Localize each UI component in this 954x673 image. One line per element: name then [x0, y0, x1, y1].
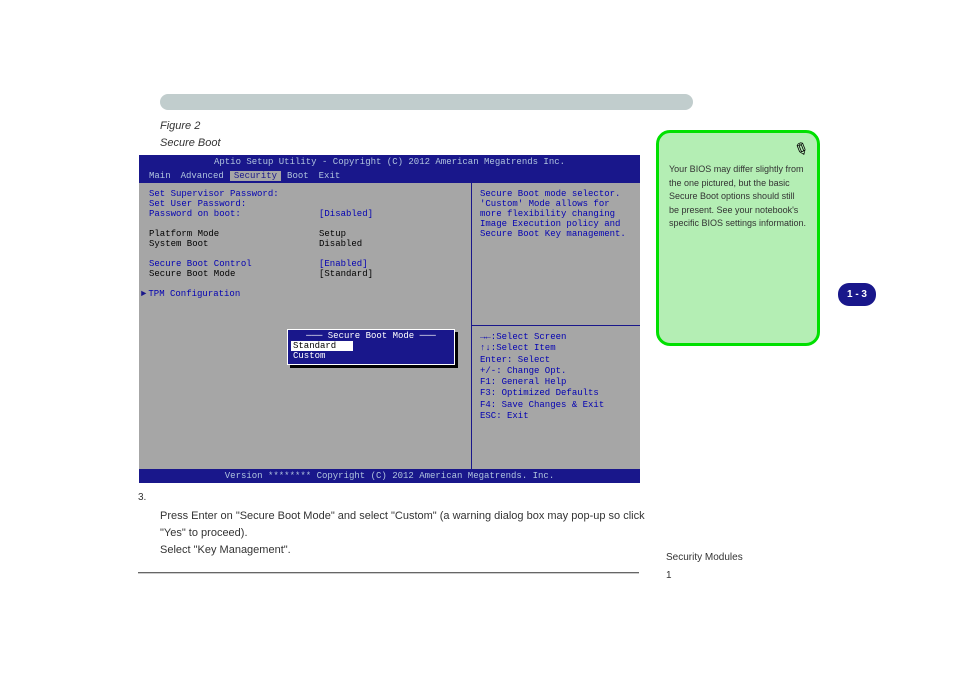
- row-secure-boot-mode[interactable]: Secure Boot Mode[Standard]: [149, 269, 461, 279]
- side-note-text: Your BIOS may differ slightly from the o…: [669, 163, 807, 231]
- tab-advanced[interactable]: Advanced: [177, 171, 228, 181]
- body-text-2: Select "Key Management".: [160, 542, 660, 559]
- row-secure-boot-control[interactable]: Secure Boot Control[Enabled]: [149, 259, 461, 269]
- popup-title: ─── Secure Boot Mode ───: [291, 331, 451, 341]
- row-platform-mode: Platform ModeSetup: [149, 229, 461, 239]
- tab-boot[interactable]: Boot: [283, 171, 313, 181]
- fig-caption-text: Figure 2: [160, 120, 200, 132]
- key-item: ↑↓:Select Item: [480, 343, 632, 354]
- popup-item-custom[interactable]: Custom: [291, 351, 451, 361]
- key-defaults: F3: Optimized Defaults: [480, 388, 632, 399]
- key-screen: →←:Select Screen: [480, 332, 632, 343]
- secure-boot-mode-popup[interactable]: ─── Secure Boot Mode ─── Standard Custom: [287, 329, 455, 365]
- key-save: F4: Save Changes & Exit: [480, 400, 632, 411]
- pencil-icon: ✎: [789, 137, 809, 161]
- fig-subcaption-text: Secure Boot: [160, 137, 221, 149]
- row-system-boot: System BootDisabled: [149, 239, 461, 249]
- key-help: F1: General Help: [480, 377, 632, 388]
- key-change: +/-: Change Opt.: [480, 366, 632, 377]
- bios-key-hints: →←:Select Screen ↑↓:Select Item Enter: S…: [472, 326, 640, 428]
- tab-security[interactable]: Security: [230, 171, 281, 181]
- bios-footer: Version ******** Copyright (C) 2012 Amer…: [139, 469, 640, 483]
- tab-exit[interactable]: Exit: [315, 171, 345, 181]
- bios-right-pane: Secure Boot mode selector. 'Custom' Mode…: [472, 183, 640, 469]
- row-tpm-config[interactable]: ►TPM Configuration: [141, 289, 461, 299]
- row-user-pwd[interactable]: Set User Password:: [149, 199, 461, 209]
- page-number-badge: 1 - 3: [838, 283, 876, 306]
- bios-window: Aptio Setup Utility - Copyright (C) 2012…: [138, 154, 641, 480]
- footer-section-label: Security Modules: [666, 552, 743, 563]
- popup-item-standard[interactable]: Standard: [291, 341, 353, 351]
- bios-tabs[interactable]: Main Advanced Security Boot Exit: [139, 169, 640, 183]
- figure-caption: Figure 2 Secure Boot: [160, 118, 221, 151]
- bios-header: Aptio Setup Utility - Copyright (C) 2012…: [139, 155, 640, 169]
- footer-section-chapter: 1: [666, 570, 672, 581]
- divider-line: [138, 572, 639, 573]
- page-number-text: 1 - 3: [838, 283, 876, 306]
- marker-icon: ►: [141, 289, 146, 299]
- body-text-1: Press Enter on "Secure Boot Mode" and se…: [160, 508, 660, 541]
- row-sup-pwd[interactable]: Set Supervisor Password:: [149, 189, 461, 199]
- note-bar: [160, 94, 693, 110]
- section-number: 3.: [138, 492, 146, 503]
- key-select: Enter: Select: [480, 355, 632, 366]
- bios-help-text: Secure Boot mode selector. 'Custom' Mode…: [472, 183, 640, 326]
- key-exit: ESC: Exit: [480, 411, 632, 422]
- side-note-box: ✎ Your BIOS may differ slightly from the…: [656, 130, 820, 346]
- tab-main[interactable]: Main: [145, 171, 175, 181]
- bios-main: Set Supervisor Password: Set User Passwo…: [139, 183, 640, 469]
- bios-left-pane: Set Supervisor Password: Set User Passwo…: [139, 183, 472, 469]
- row-pwd-boot[interactable]: Password on boot:[Disabled]: [149, 209, 461, 219]
